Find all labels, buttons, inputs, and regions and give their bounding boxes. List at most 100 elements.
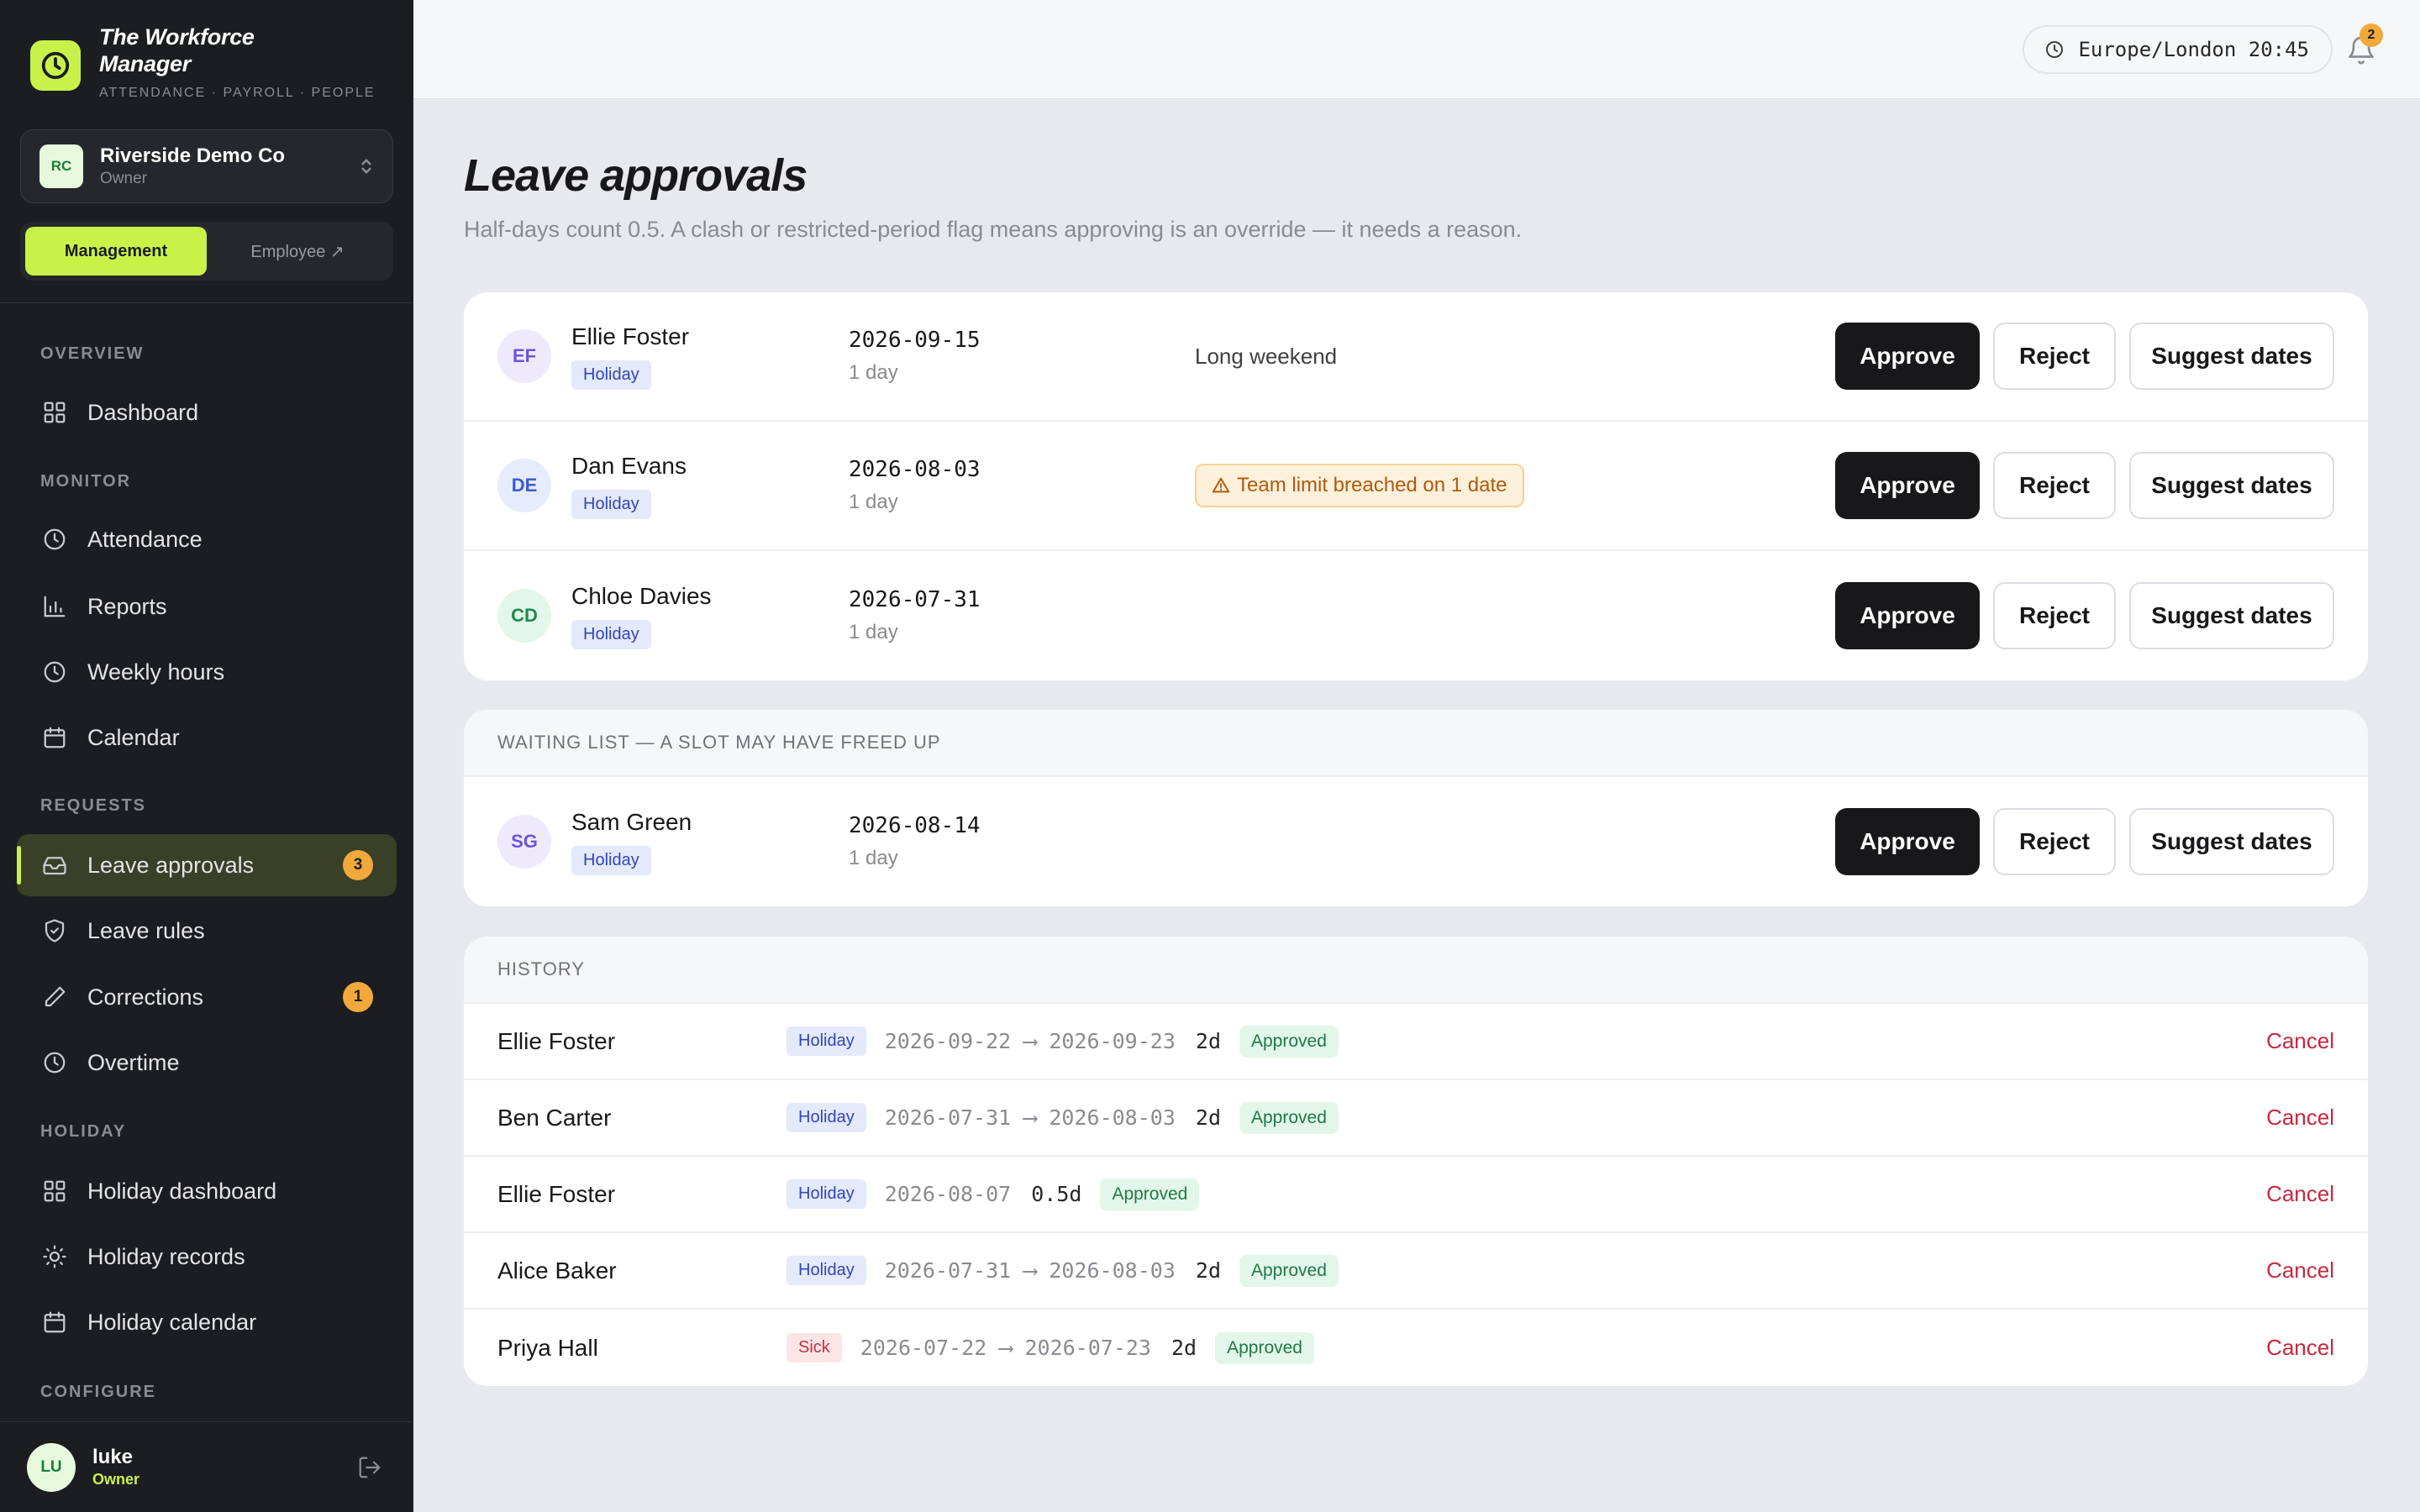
sidebar-item-label: Dashboard bbox=[87, 399, 199, 425]
avatar: DE bbox=[497, 459, 551, 512]
leave-type-tag: Holiday bbox=[571, 360, 651, 390]
sidebar-item-label: Leave rules bbox=[87, 917, 205, 943]
grid-icon bbox=[40, 398, 69, 427]
org-avatar: RC bbox=[39, 144, 83, 188]
reject-button[interactable]: Reject bbox=[1993, 808, 2116, 875]
sidebar-item-leave-approvals[interactable]: Leave approvals 3 bbox=[17, 834, 397, 896]
cancel-link[interactable]: Cancel bbox=[2266, 1335, 2334, 1361]
history-row: Priya Hall Sick 2026-07-22 ⟶ 2026-07-23 … bbox=[464, 1310, 2368, 1386]
nav-section-requests: REQUESTS bbox=[40, 796, 147, 815]
status-badge: Approved bbox=[1215, 1331, 1314, 1364]
grid-icon bbox=[40, 1177, 69, 1205]
suggest-dates-button[interactable]: Suggest dates bbox=[2129, 582, 2334, 649]
suggest-dates-button[interactable]: Suggest dates bbox=[2129, 323, 2334, 390]
sidebar-item-label: Calendar bbox=[87, 724, 180, 750]
date-range: 2026-09-22 ⟶ 2026-09-23 bbox=[884, 1029, 1176, 1053]
history-row: Alice Baker Holiday 2026-07-31 ⟶ 2026-08… bbox=[464, 1233, 2368, 1310]
user-profile: LU luke Owner bbox=[0, 1421, 413, 1512]
clock-icon bbox=[40, 1048, 69, 1077]
approve-button[interactable]: Approve bbox=[1835, 452, 1980, 519]
top-bar: Europe/London 20:45 2 bbox=[413, 0, 2420, 99]
status-badge: Approved bbox=[1239, 1101, 1339, 1134]
status-badge: Approved bbox=[1239, 1025, 1339, 1058]
request-row: SG Sam Green Holiday 2026-08-14 1 day Ap… bbox=[464, 777, 2368, 906]
sidebar-item-weekly-hours[interactable]: Weekly hours bbox=[17, 641, 397, 703]
days-count: 2d bbox=[1195, 1105, 1221, 1130]
sidebar-item-holiday-dashboard[interactable]: Holiday dashboard bbox=[17, 1160, 397, 1222]
team-limit-warning: Team limit breached on 1 date bbox=[1195, 464, 1524, 507]
history-row: Ben Carter Holiday 2026-07-31 ⟶ 2026-08-… bbox=[464, 1080, 2368, 1157]
history-row: Ellie Foster Holiday 2026-08-07 0.5d App… bbox=[464, 1157, 2368, 1233]
mode-employee-button[interactable]: Employee ↗ bbox=[207, 227, 388, 276]
days-count: 2d bbox=[1195, 1258, 1221, 1283]
sidebar-item-corrections[interactable]: Corrections 1 bbox=[17, 966, 397, 1028]
timezone-clock[interactable]: Europe/London 20:45 bbox=[2023, 25, 2333, 74]
leave-type-tag: Holiday bbox=[786, 1026, 866, 1056]
sidebar-item-label: Weekly hours bbox=[87, 659, 225, 685]
inbox-icon bbox=[40, 851, 69, 879]
org-role: Owner bbox=[100, 170, 147, 187]
nav-section-configure: CONFIGURE bbox=[40, 1383, 156, 1401]
clock-icon bbox=[40, 658, 69, 686]
leave-approvals-count-badge: 3 bbox=[343, 850, 373, 880]
request-row: CD Chloe Davies Holiday 2026-07-31 1 day… bbox=[464, 551, 2368, 680]
sidebar-item-reports[interactable]: Reports bbox=[17, 575, 397, 638]
notification-count-badge: 2 bbox=[2360, 24, 2383, 47]
leave-type-tag: Holiday bbox=[786, 1256, 866, 1285]
cancel-link[interactable]: Cancel bbox=[2266, 1105, 2334, 1131]
sun-icon bbox=[40, 1242, 69, 1271]
leave-type-tag: Sick bbox=[786, 1333, 842, 1362]
sidebar-item-holiday-calendar[interactable]: Holiday calendar bbox=[17, 1291, 397, 1353]
approve-button[interactable]: Approve bbox=[1835, 808, 1980, 875]
sidebar-item-dashboard[interactable]: Dashboard bbox=[17, 381, 397, 444]
clock-logo-icon bbox=[30, 40, 81, 91]
calendar-icon bbox=[40, 1308, 69, 1336]
calendar-icon bbox=[40, 723, 69, 752]
notifications-button[interactable]: 2 bbox=[2346, 24, 2383, 66]
sidebar: The Workforce Manager ATTENDANCE · PAYRO… bbox=[0, 0, 413, 1512]
reject-button[interactable]: Reject bbox=[1993, 323, 2116, 390]
brand-subtitle: ATTENDANCE · PAYROLL · PEOPLE bbox=[99, 86, 376, 100]
employee-name: Ellie Foster bbox=[571, 323, 690, 349]
leave-type-tag: Holiday bbox=[786, 1103, 866, 1132]
avatar: CD bbox=[497, 589, 551, 643]
sidebar-item-holiday-records[interactable]: Holiday records bbox=[17, 1226, 397, 1288]
reject-button[interactable]: Reject bbox=[1993, 582, 2116, 649]
request-row: DE Dan Evans Holiday 2026-08-03 1 day Te… bbox=[464, 422, 2368, 551]
avatar[interactable]: LU bbox=[27, 1442, 76, 1492]
history-card: HISTORY Ellie Foster Holiday 2026-09-22 … bbox=[464, 937, 2368, 1386]
sidebar-item-attendance[interactable]: Attendance bbox=[17, 508, 397, 570]
date-range: 2026-08-07 bbox=[884, 1182, 1012, 1206]
suggest-dates-button[interactable]: Suggest dates bbox=[2129, 808, 2334, 875]
cancel-link[interactable]: Cancel bbox=[2266, 1257, 2334, 1284]
employee-name: Priya Hall bbox=[497, 1334, 598, 1361]
sidebar-item-overtime[interactable]: Overtime bbox=[17, 1032, 397, 1094]
reject-button[interactable]: Reject bbox=[1993, 452, 2116, 519]
brand[interactable]: The Workforce Manager ATTENDANCE · PAYRO… bbox=[0, 0, 413, 111]
cancel-link[interactable]: Cancel bbox=[2266, 1181, 2334, 1207]
mode-toggle: Management Employee ↗ bbox=[20, 222, 393, 281]
pencil-icon bbox=[40, 983, 69, 1011]
logout-icon[interactable] bbox=[353, 1451, 387, 1484]
date-range: 2026-07-31 ⟶ 2026-08-03 bbox=[884, 1105, 1176, 1130]
cancel-link[interactable]: Cancel bbox=[2266, 1028, 2334, 1054]
user-name: luke bbox=[92, 1446, 134, 1468]
sidebar-item-calendar[interactable]: Calendar bbox=[17, 706, 397, 769]
sidebar-item-label: Holiday records bbox=[87, 1243, 245, 1269]
brand-title: The Workforce Manager bbox=[99, 24, 255, 76]
days-count: 2d bbox=[1195, 1029, 1221, 1053]
mode-management-button[interactable]: Management bbox=[25, 227, 207, 276]
suggest-dates-button[interactable]: Suggest dates bbox=[2129, 452, 2334, 519]
approve-button[interactable]: Approve bbox=[1835, 582, 1980, 649]
org-switcher[interactable]: RC Riverside Demo Co Owner bbox=[20, 129, 393, 203]
page-content: Leave approvals Half-days count 0.5. A c… bbox=[413, 150, 2420, 243]
employee-name: Ben Carter bbox=[497, 1104, 612, 1131]
corrections-count-badge: 1 bbox=[343, 982, 373, 1012]
shield-check-icon bbox=[40, 916, 69, 945]
leave-type-tag: Holiday bbox=[571, 619, 651, 649]
leave-date: 2026-07-31 bbox=[849, 587, 981, 612]
leave-type-tag: Holiday bbox=[571, 489, 651, 519]
approve-button[interactable]: Approve bbox=[1835, 323, 1980, 390]
sidebar-item-leave-rules[interactable]: Leave rules bbox=[17, 900, 397, 962]
nav-section-overview: OVERVIEW bbox=[40, 344, 145, 363]
